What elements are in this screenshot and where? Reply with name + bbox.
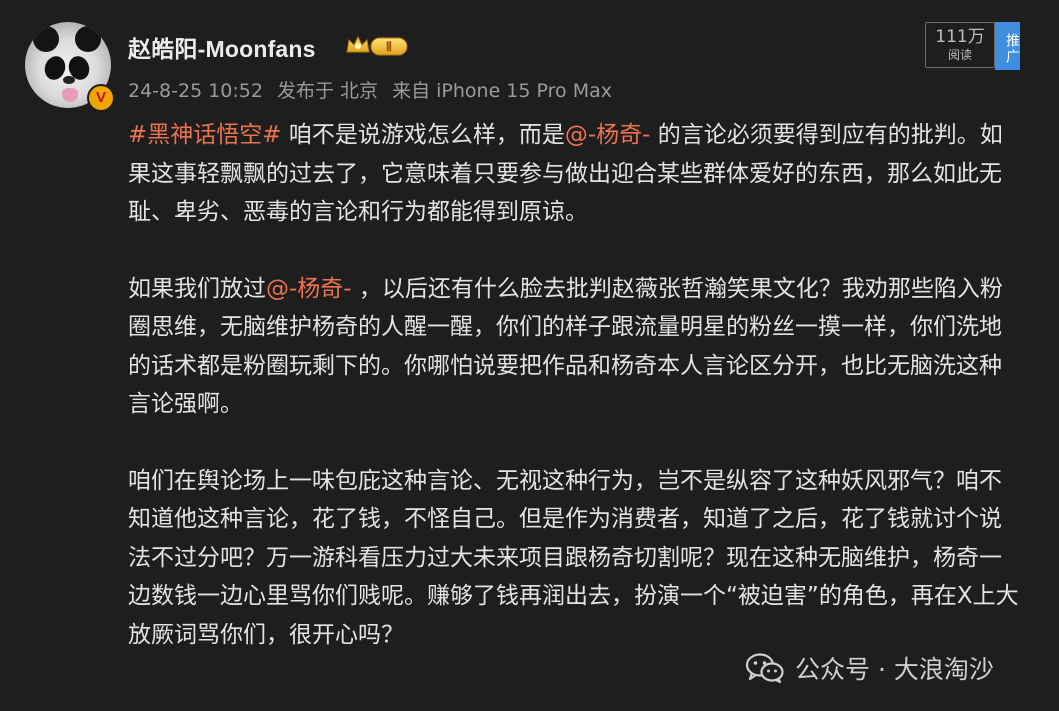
read-label: 阅读	[947, 48, 972, 62]
paragraph-1: #黑神话悟空# 咱不是说游戏怎么样，而是@-杨奇- 的言论必须要得到应有的批判。…	[128, 116, 1023, 232]
text-segment: 咱不是说游戏怎么样，而是	[281, 122, 565, 148]
text-segment: 咱们在舆论场上一味包庇这种言论、无视这种行为，岂不是纵容了这种妖风邪气？咱不知道…	[128, 467, 1019, 648]
watermark: 公众号 · 大浪淘沙	[745, 652, 994, 684]
post-meta: 24-8-25 10:52 发布于 北京 来自 iPhone 15 Pro Ma…	[128, 76, 620, 103]
member-level-text: Ⅱ	[386, 39, 392, 54]
read-count-box: 111万 阅读	[925, 22, 995, 68]
hashtag-link[interactable]: #黑神话悟空#	[128, 122, 282, 148]
member-crown-badge-icon[interactable]: Ⅱ	[345, 34, 408, 58]
promote-button[interactable]: 推广	[995, 22, 1020, 70]
mention-link[interactable]: @-杨奇-	[266, 276, 352, 302]
post-location: 发布于 北京	[277, 80, 379, 102]
author-name[interactable]: 赵皓阳-Moonfans	[128, 30, 316, 64]
weibo-post: V 赵皓阳-Moonfans Ⅱ 24-8-25 10:52 发布于 北京 来自…	[0, 0, 1059, 711]
text-segment: 如果我们放过	[128, 275, 266, 302]
mention-link[interactable]: @-杨奇-	[565, 122, 651, 148]
read-count: 111万	[935, 27, 985, 47]
wechat-icon	[745, 653, 784, 683]
post-source: 来自 iPhone 15 Pro Max	[392, 80, 612, 102]
verified-badge-icon: V	[87, 84, 115, 112]
post-content: #黑神话悟空# 咱不是说游戏怎么样，而是@-杨奇- 的言论必须要得到应有的批判。…	[128, 116, 1023, 692]
watermark-text: 公众号 · 大浪淘沙	[795, 655, 994, 684]
post-time[interactable]: 24-8-25 10:52	[128, 80, 263, 102]
avatar[interactable]: V	[25, 22, 115, 112]
paragraph-3: 咱们在舆论场上一味包庇这种言论、无视这种行为，岂不是纵容了这种妖风邪气？咱不知道…	[128, 462, 1023, 655]
paragraph-2: 如果我们放过@-杨奇- ，以后还有什么脸去批判赵薇张哲瀚笑果文化？我劝那些陷入粉…	[128, 270, 1023, 424]
